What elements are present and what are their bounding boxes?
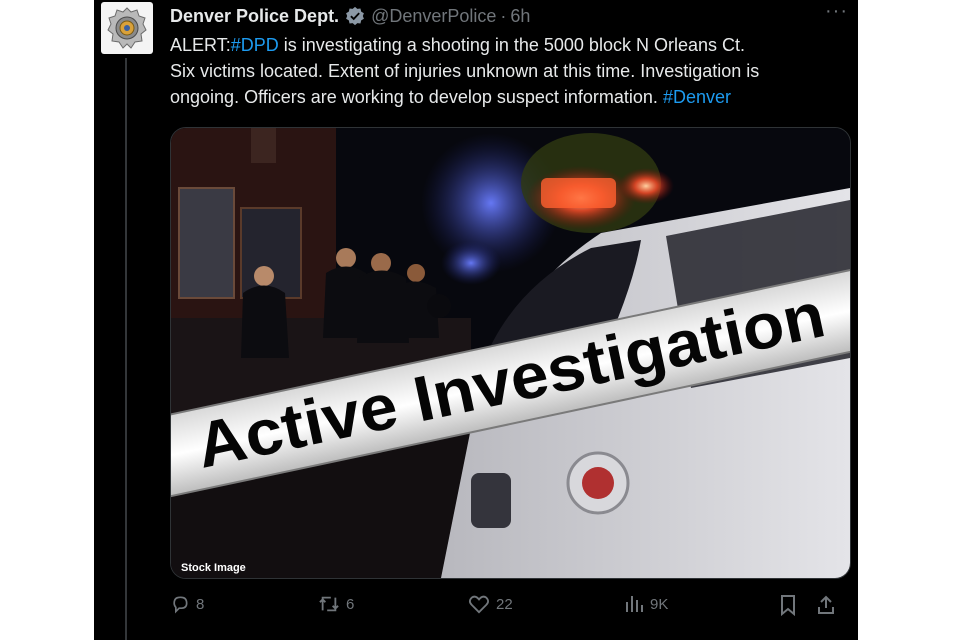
share-button[interactable] <box>816 594 836 616</box>
building-window <box>240 207 302 299</box>
action-bar: 8 6 22 9K <box>170 594 846 620</box>
bookmark-button[interactable] <box>778 594 798 616</box>
alert-prefix: ALERT: <box>170 35 231 55</box>
blue-light <box>441 241 501 285</box>
thread-line <box>125 58 127 640</box>
reply-count: 8 <box>196 595 205 613</box>
text-line3: ongoing. Officers are working to develop… <box>170 87 663 107</box>
tweet-image[interactable]: Active Investigation Stock Image <box>170 127 851 579</box>
light-bar <box>541 178 616 208</box>
tweet-text: ALERT:#DPD is investigating a shooting i… <box>170 32 850 110</box>
tweet-header: Denver Police Dept. @DenverPolice · 6h <box>170 4 850 28</box>
hashtag-dpd[interactable]: #DPD <box>231 35 279 55</box>
separator-dot: · <box>500 5 507 26</box>
repost-button[interactable]: 6 <box>318 594 354 614</box>
repost-icon <box>319 596 339 612</box>
bookmark-icon <box>781 595 795 616</box>
car-handle <box>471 473 511 528</box>
police-badge-icon <box>107 7 147 49</box>
share-icon <box>818 595 834 614</box>
light-bar-glow <box>618 168 674 204</box>
verified-badge-icon <box>345 6 365 26</box>
avatar[interactable] <box>101 2 153 54</box>
post-time[interactable]: 6h <box>510 6 530 27</box>
building-window <box>251 128 276 163</box>
views-button[interactable]: 9K <box>624 594 668 614</box>
text-line1: is investigating a shooting in the 5000 … <box>278 35 745 55</box>
author-name[interactable]: Denver Police Dept. <box>170 6 339 27</box>
author-handle[interactable]: @DenverPolice <box>371 6 496 27</box>
views-icon <box>626 596 643 612</box>
image-caption: Stock Image <box>181 562 246 574</box>
car-emblem-center <box>582 467 614 499</box>
reply-icon <box>173 596 188 614</box>
building-window <box>178 187 235 299</box>
repost-count: 6 <box>346 595 355 613</box>
tweet-card[interactable]: Denver Police Dept. @DenverPolice · 6h ·… <box>94 0 858 640</box>
views-count: 9K <box>650 595 669 613</box>
hashtag-denver[interactable]: #Denver <box>663 87 731 107</box>
like-button[interactable]: 22 <box>468 594 513 614</box>
like-count: 22 <box>496 595 513 613</box>
heart-icon <box>469 595 489 614</box>
reply-button[interactable]: 8 <box>170 594 204 614</box>
more-icon[interactable]: ··· <box>825 0 848 23</box>
text-line2: Six victims located. Extent of injuries … <box>170 61 760 81</box>
